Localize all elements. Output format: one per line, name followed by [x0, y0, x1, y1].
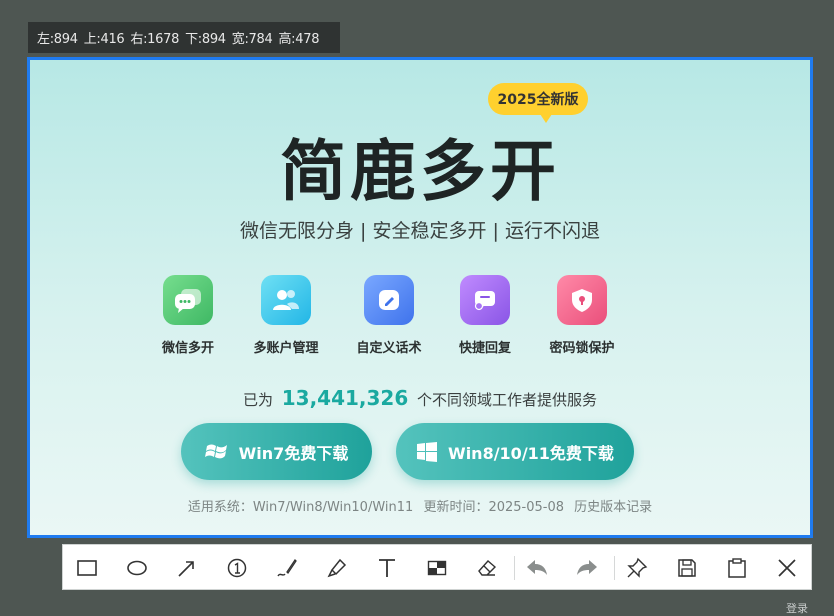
feature-multi-account: 多账户管理: [236, 275, 336, 356]
mosaic-icon: [427, 560, 447, 576]
selection-coordinates-readout: 左:894 上:416 右:1678 下:894 宽:784 高:478: [28, 22, 340, 53]
win8-download-label: Win8/10/11免费下载: [448, 443, 614, 463]
feature-label: 多账户管理: [253, 341, 319, 356]
user-stats: 已为 13,441,326 个不同领域工作者提供服务: [30, 386, 810, 410]
screenshot-toolbar: [62, 544, 812, 590]
feature-wechat-multi: 微信多开: [138, 275, 238, 356]
win7-download-button[interactable]: Win7免费下载: [181, 423, 372, 480]
system-info: 适用系统：Win7/Win8/Win10/Win11 更新时间：2025-05-…: [30, 496, 810, 515]
feature-custom-script: 自定义话术: [339, 275, 439, 356]
arrow-tool[interactable]: [170, 545, 204, 591]
stats-prefix: 已为: [242, 391, 273, 409]
win7-download-label: Win7免费下载: [238, 443, 349, 463]
coord-width: 宽:784: [231, 32, 273, 47]
highlighter-tool[interactable]: [320, 545, 354, 591]
shield-lock-icon: [557, 275, 607, 325]
feature-password-lock: 密码锁保护: [532, 275, 632, 356]
feature-list: 微信多开 多账户管理 自定义话术 快捷回复 密码锁保护: [150, 275, 650, 356]
copy-button[interactable]: [720, 545, 754, 591]
stats-number: 13,441,326: [281, 386, 409, 410]
coord-bottom: 下:894: [185, 32, 226, 47]
version-badge: 2025全新版: [488, 83, 588, 123]
rectangle-icon: [77, 560, 97, 576]
highlighter-icon: [327, 558, 347, 578]
history-link[interactable]: 历史版本记录: [574, 500, 652, 515]
stats-suffix: 个不同领域工作者提供服务: [417, 391, 598, 409]
pin-button[interactable]: [620, 545, 654, 591]
copy-icon: [728, 558, 746, 578]
sys-value: Win7/Win8/Win10/Win11: [252, 500, 414, 515]
redo-icon: [577, 560, 597, 575]
feature-label: 快捷回复: [458, 341, 511, 356]
users-icon: [261, 275, 311, 325]
number-marker-tool[interactable]: [220, 545, 254, 591]
undo-icon: [527, 560, 547, 575]
product-subtitle: 微信无限分身 | 安全稳定多开 | 运行不闪退: [240, 220, 600, 242]
feature-label: 密码锁保护: [549, 341, 615, 356]
rectangle-tool[interactable]: [70, 545, 104, 591]
undo-button[interactable]: [520, 545, 554, 591]
mosaic-tool[interactable]: [420, 545, 454, 591]
pin-icon: [627, 557, 648, 578]
sys-label: 适用系统：: [187, 500, 253, 515]
arrow-icon: [178, 561, 194, 577]
coord-right: 右:1678: [130, 32, 180, 47]
windows-logo-icon: [417, 441, 438, 462]
windows-logo-icon: [204, 444, 227, 458]
close-button[interactable]: [770, 545, 804, 591]
toolbar-separator: [614, 556, 615, 580]
ellipse-tool[interactable]: [120, 545, 154, 591]
eraser-tool[interactable]: [470, 545, 504, 591]
chat-bubbles-icon: [163, 275, 213, 325]
toolbar-separator: [514, 556, 515, 580]
pen-tool[interactable]: [270, 545, 304, 591]
save-icon: [678, 559, 696, 577]
update-value: 2025-05-08: [488, 500, 565, 515]
coord-top: 上:416: [83, 32, 125, 47]
number-marker-icon: [227, 558, 247, 578]
text-tool[interactable]: [370, 545, 404, 591]
redo-button[interactable]: [570, 545, 604, 591]
feature-label: 自定义话术: [356, 341, 422, 356]
save-button[interactable]: [670, 545, 704, 591]
message-check-icon: [460, 275, 510, 325]
edit-pen-icon: [364, 275, 414, 325]
text-icon: [379, 559, 395, 577]
eraser-icon: [478, 560, 497, 576]
feature-quick-reply: 快捷回复: [435, 275, 535, 356]
capture-region[interactable]: 2025全新版 简鹿多开 微信无限分身 | 安全稳定多开 | 运行不闪退 微信多…: [27, 57, 813, 538]
update-label: 更新时间：: [423, 500, 489, 515]
ellipse-icon: [127, 560, 147, 576]
product-title: 简鹿多开: [280, 133, 560, 210]
coord-left: 左:894: [37, 32, 78, 47]
login-text-fragment: 登录: [786, 602, 808, 615]
coord-height: 高:478: [278, 32, 320, 47]
pen-icon: [277, 558, 297, 577]
feature-label: 微信多开: [161, 341, 214, 356]
win8-10-11-download-button[interactable]: Win8/10/11免费下载: [396, 423, 634, 480]
close-icon: [778, 559, 796, 577]
